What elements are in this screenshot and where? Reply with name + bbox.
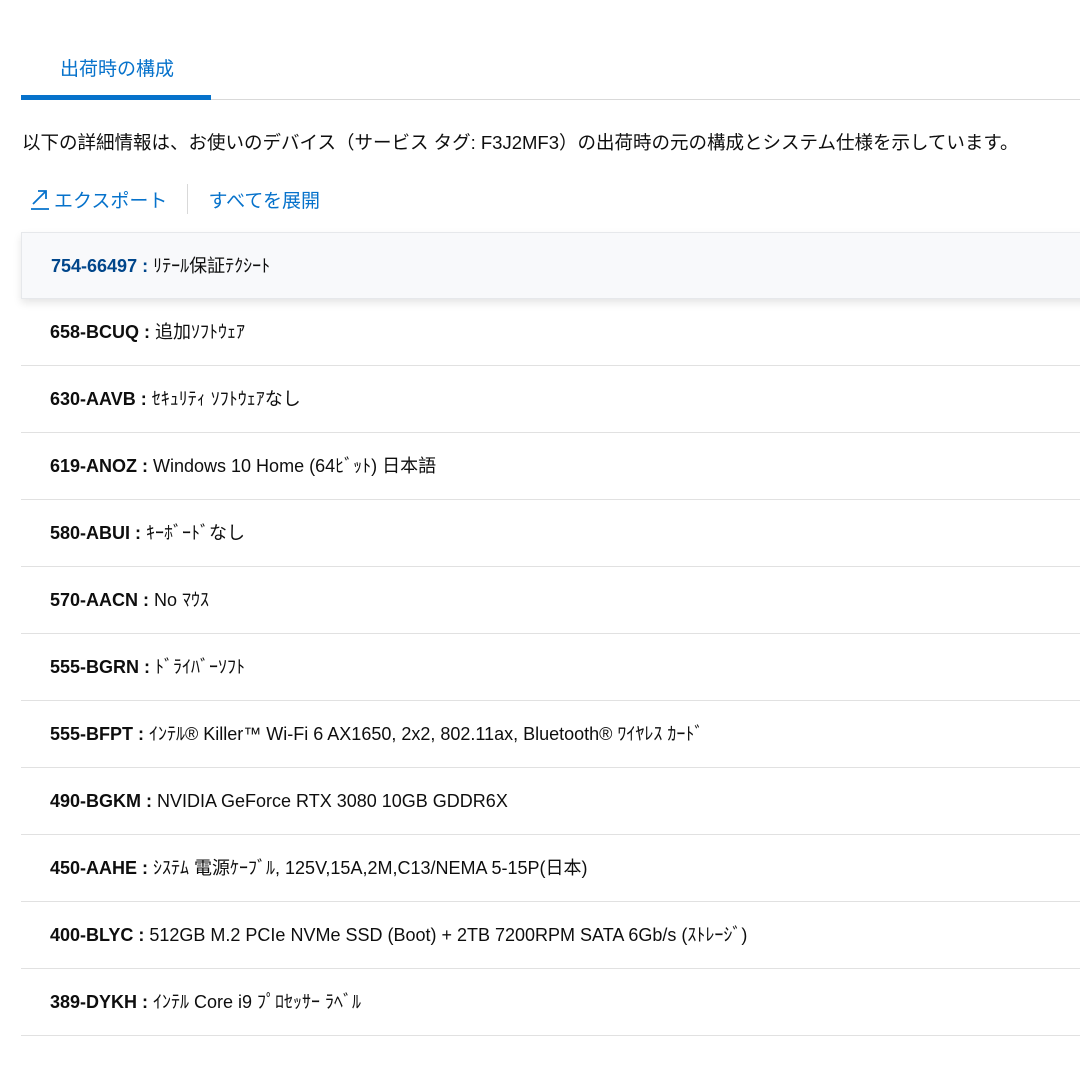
list-item-text: 389-DYKH : ｲﾝﾃﾙ Core i9 ﾌﾟﾛｾｯｻｰ ﾗﾍﾞﾙ — [50, 969, 361, 1035]
part-number: 754-66497 : — [51, 256, 149, 276]
list-item-text: 658-BCUQ : 追加ｿﾌﾄｳｪｱ — [50, 299, 245, 365]
tab-label: 出荷時の構成 — [60, 59, 175, 80]
part-description: NVIDIA GeForce RTX 3080 10GB GDDR6X — [152, 791, 508, 811]
list-item[interactable]: 555-BFPT : ｲﾝﾃﾙ® Killer™ Wi-Fi 6 AX1650,… — [21, 701, 1080, 768]
part-number: 619-ANOZ : — [50, 456, 149, 476]
list-item-text: 490-BGKM : NVIDIA GeForce RTX 3080 10GB … — [50, 768, 508, 834]
part-number: 555-BGRN : — [50, 657, 151, 677]
list-item[interactable]: 580-ABUI : ｷｰﾎﾞｰﾄﾞなし — [21, 500, 1080, 567]
part-description: ｲﾝﾃﾙ Core i9 ﾌﾟﾛｾｯｻｰ ﾗﾍﾞﾙ — [148, 992, 362, 1012]
list-item-text: 580-ABUI : ｷｰﾎﾞｰﾄﾞなし — [50, 500, 245, 566]
export-icon — [30, 188, 50, 210]
list-item-text: 450-AAHE : ｼｽﾃﾑ 電源ｹｰﾌﾞﾙ, 125V,15A,2M,C13… — [50, 835, 588, 901]
list-item-text: 400-BLYC : 512GB M.2 PCIe NVMe SSD (Boot… — [50, 902, 747, 968]
list-item-text: 754-66497 : ﾘﾃｰﾙ保証ﾃｸｼｰﾄ — [51, 233, 270, 299]
configuration-description: 以下の詳細情報は、お使いのデバイス（サービス タグ: F3J2MF3）の出荷時の… — [22, 132, 1019, 153]
configuration-list: 754-66497 : ﾘﾃｰﾙ保証ﾃｸｼｰﾄ 658-BCUQ : 追加ｿﾌﾄ… — [21, 232, 1080, 1036]
actions-bar: エクスポート すべてを展開 — [30, 184, 320, 214]
tab-shipped-configuration[interactable]: 出荷時の構成 — [21, 0, 211, 100]
tab-bar: 出荷時の構成 — [21, 0, 1080, 100]
list-item-text: 555-BGRN : ﾄﾞﾗｲﾊﾞｰｿﾌﾄ — [50, 634, 245, 700]
part-number: 400-BLYC : — [50, 925, 145, 945]
action-divider — [187, 184, 189, 214]
part-number: 450-AAHE : — [50, 858, 149, 878]
expand-all-button[interactable]: すべてを展開 — [208, 186, 320, 213]
part-number: 658-BCUQ : — [50, 322, 151, 342]
page: 出荷時の構成 以下の詳細情報は、お使いのデバイス（サービス タグ: F3J2MF… — [0, 0, 1080, 1080]
part-description: ｼｽﾃﾑ 電源ｹｰﾌﾞﾙ, 125V,15A,2M,C13/NEMA 5-15P… — [148, 858, 588, 878]
list-item[interactable]: 400-BLYC : 512GB M.2 PCIe NVMe SSD (Boot… — [21, 902, 1080, 969]
part-description: ﾘﾃｰﾙ保証ﾃｸｼｰﾄ — [148, 256, 271, 276]
part-number: 490-BGKM : — [50, 791, 153, 811]
part-description: No ﾏｳｽ — [149, 590, 210, 610]
expand-all-label: すべてを展開 — [208, 190, 320, 212]
list-item[interactable]: 658-BCUQ : 追加ｿﾌﾄｳｪｱ — [21, 299, 1080, 366]
part-number: 389-DYKH : — [50, 992, 149, 1012]
part-description: 追加ｿﾌﾄｳｪｱ — [150, 322, 246, 342]
part-number: 630-AAVB : — [50, 389, 147, 409]
part-description: ﾄﾞﾗｲﾊﾞｰｿﾌﾄ — [150, 657, 246, 677]
list-item[interactable]: 555-BGRN : ﾄﾞﾗｲﾊﾞｰｿﾌﾄ — [21, 634, 1080, 701]
list-item-text: 570-AACN : No ﾏｳｽ — [50, 567, 209, 633]
part-description: ｷｰﾎﾞｰﾄﾞなし — [141, 523, 246, 543]
part-number: 580-ABUI : — [50, 523, 142, 543]
list-item-text: 630-AAVB : ｾｷｭﾘﾃｨ ｿﾌﾄｳｪｱなし — [50, 366, 301, 432]
part-number: 555-BFPT : — [50, 724, 145, 744]
list-item-text: 619-ANOZ : Windows 10 Home (64ﾋﾞｯﾄ) 日本語 — [50, 433, 436, 499]
part-number: 570-AACN : — [50, 590, 150, 610]
part-description: ｾｷｭﾘﾃｨ ｿﾌﾄｳｪｱなし — [146, 389, 301, 409]
list-item[interactable]: 490-BGKM : NVIDIA GeForce RTX 3080 10GB … — [21, 768, 1080, 835]
list-item[interactable]: 570-AACN : No ﾏｳｽ — [21, 567, 1080, 634]
list-item-text: 555-BFPT : ｲﾝﾃﾙ® Killer™ Wi-Fi 6 AX1650,… — [50, 701, 703, 767]
list-item[interactable]: 630-AAVB : ｾｷｭﾘﾃｨ ｿﾌﾄｳｪｱなし — [21, 366, 1080, 433]
list-item[interactable]: 389-DYKH : ｲﾝﾃﾙ Core i9 ﾌﾟﾛｾｯｻｰ ﾗﾍﾞﾙ — [21, 969, 1080, 1036]
part-description: ｲﾝﾃﾙ® Killer™ Wi-Fi 6 AX1650, 2x2, 802.1… — [144, 724, 704, 744]
export-label: エクスポート — [54, 190, 168, 212]
export-button[interactable]: エクスポート — [30, 186, 167, 213]
list-item[interactable]: 754-66497 : ﾘﾃｰﾙ保証ﾃｸｼｰﾄ — [21, 232, 1080, 299]
part-description: 512GB M.2 PCIe NVMe SSD (Boot) + 2TB 720… — [144, 925, 748, 945]
part-description: Windows 10 Home (64ﾋﾞｯﾄ) 日本語 — [148, 456, 437, 476]
list-item[interactable]: 619-ANOZ : Windows 10 Home (64ﾋﾞｯﾄ) 日本語 — [21, 433, 1080, 500]
list-item[interactable]: 450-AAHE : ｼｽﾃﾑ 電源ｹｰﾌﾞﾙ, 125V,15A,2M,C13… — [21, 835, 1080, 902]
